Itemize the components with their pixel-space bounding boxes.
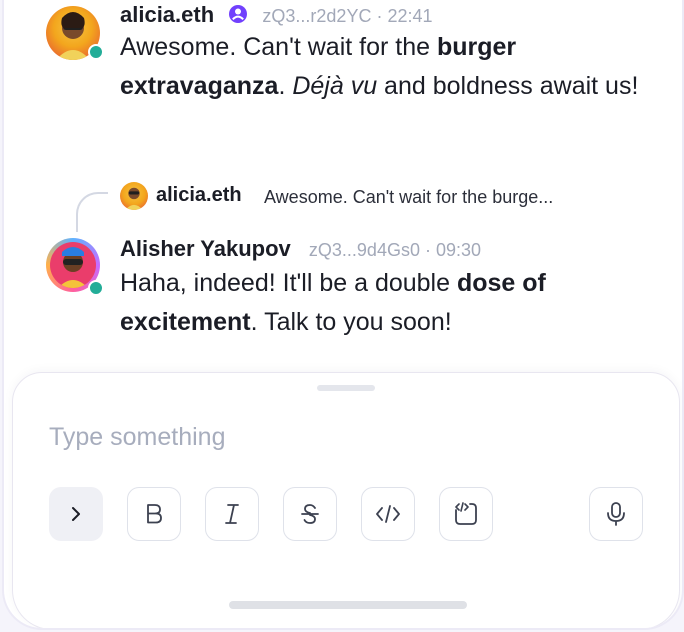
text-segment: . Talk to you soon! — [250, 308, 452, 336]
reply-preview[interactable]: alicia.eth Awesome. Can't wait for the b… — [76, 178, 666, 232]
code-button[interactable] — [361, 487, 415, 541]
message-header: alicia.eth zQ3...r2d2YC · 22:41 — [120, 2, 433, 30]
home-indicator — [229, 601, 467, 609]
expand-button[interactable] — [49, 487, 103, 541]
reply-text: Awesome. Can't wait for the burge... — [264, 187, 554, 207]
address: zQ3...9d4Gs0 — [308, 240, 420, 260]
message-input[interactable] — [49, 417, 639, 457]
microphone-icon — [607, 502, 625, 526]
bold-button[interactable] — [127, 487, 181, 541]
text-segment: Awesome. Can't wait for the — [120, 33, 437, 61]
message-composer — [12, 372, 680, 628]
drag-handle[interactable] — [317, 385, 375, 391]
italic-text: Déjà vu — [292, 72, 378, 100]
chevron-right-icon — [72, 507, 80, 521]
strikethrough-icon — [301, 504, 319, 524]
message-meta: zQ3...r2d2YC · 22:41 — [262, 6, 433, 26]
code-block-button[interactable] — [439, 487, 493, 541]
online-status-dot — [88, 280, 104, 296]
reply-avatar — [120, 182, 148, 210]
strikethrough-button[interactable] — [283, 487, 337, 541]
online-status-dot — [88, 44, 104, 60]
username[interactable]: alicia.eth — [120, 2, 214, 27]
microphone-button[interactable] — [589, 487, 643, 541]
italic-icon — [225, 504, 239, 524]
address: zQ3...r2d2YC — [262, 6, 372, 26]
timestamp: 09:30 — [435, 240, 482, 260]
text-segment: . — [278, 72, 293, 100]
username[interactable]: Alisher Yakupov — [120, 236, 291, 261]
message-text: Haha, indeed! It'll be a double dose of … — [120, 264, 640, 342]
reply-connector — [76, 192, 108, 232]
text-segment: and boldness await us! — [377, 72, 639, 100]
timestamp: 22:41 — [387, 6, 433, 26]
reply-username: alicia.eth — [156, 184, 242, 206]
code-icon — [376, 505, 400, 523]
message-text: Awesome. Can't wait for the burger extra… — [120, 28, 640, 106]
message-header: Alisher Yakupov zQ3...9d4Gs0 · 09:30 — [120, 236, 481, 262]
italic-button[interactable] — [205, 487, 259, 541]
text-segment: Haha, indeed! It'll be a double — [120, 269, 457, 297]
chat-screen: alicia.eth zQ3...r2d2YC · 22:41 Awesome.… — [2, 0, 684, 630]
verified-badge-icon — [228, 4, 248, 30]
bold-icon — [147, 504, 162, 524]
code-block-icon — [455, 502, 477, 525]
message-meta: zQ3...9d4Gs0 · 09:30 — [308, 240, 482, 260]
